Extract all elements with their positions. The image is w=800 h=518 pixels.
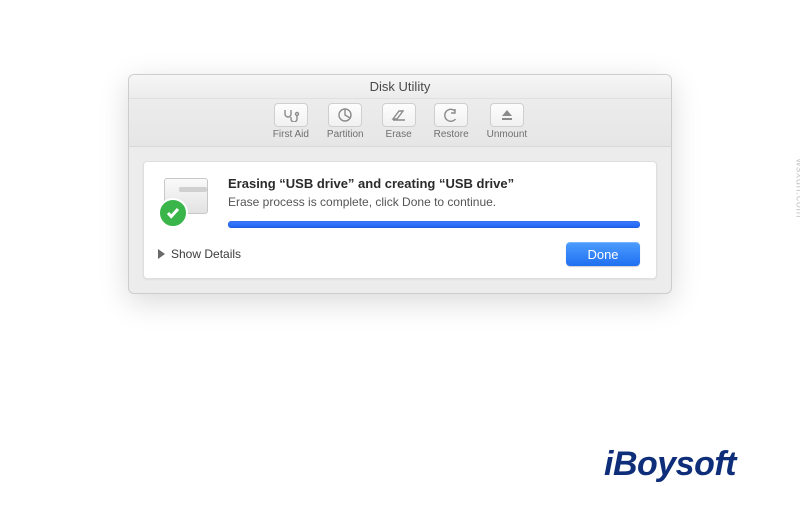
toolbar-first-aid[interactable]: First Aid	[273, 103, 309, 140]
toolbar-label: First Aid	[273, 129, 309, 140]
stethoscope-icon	[274, 103, 308, 127]
sheet-title: Erasing “USB drive” and creating “USB dr…	[228, 176, 640, 191]
side-watermark: wsxdn.com	[794, 158, 800, 218]
toolbar-label: Partition	[327, 129, 364, 140]
toolbar: First Aid Partition Erase Restore Unmoun…	[129, 99, 671, 147]
erase-result-sheet: Erasing “USB drive” and creating “USB dr…	[143, 161, 657, 279]
pie-icon	[328, 103, 362, 127]
done-button[interactable]: Done	[566, 242, 640, 266]
disk-utility-window: Disk Utility First Aid Partition Erase R…	[128, 74, 672, 294]
toolbar-partition[interactable]: Partition	[327, 103, 364, 140]
show-details-toggle[interactable]: Show Details	[158, 247, 241, 261]
erase-icon	[382, 103, 416, 127]
disclosure-triangle-icon	[158, 249, 165, 259]
iboysoft-logo: iBoysoft	[604, 445, 736, 484]
restore-icon	[434, 103, 468, 127]
toolbar-label: Restore	[434, 129, 469, 140]
eject-icon	[490, 103, 524, 127]
toolbar-erase[interactable]: Erase	[382, 103, 416, 140]
toolbar-unmount[interactable]: Unmount	[487, 103, 528, 140]
sheet-subtitle: Erase process is complete, click Done to…	[228, 195, 640, 209]
toolbar-label: Unmount	[487, 129, 528, 140]
toolbar-restore[interactable]: Restore	[434, 103, 469, 140]
toolbar-label: Erase	[386, 129, 412, 140]
details-label: Show Details	[171, 247, 241, 261]
window-title: Disk Utility	[129, 75, 671, 99]
drive-success-icon	[158, 176, 214, 228]
checkmark-icon	[158, 198, 188, 228]
progress-bar	[228, 221, 640, 228]
